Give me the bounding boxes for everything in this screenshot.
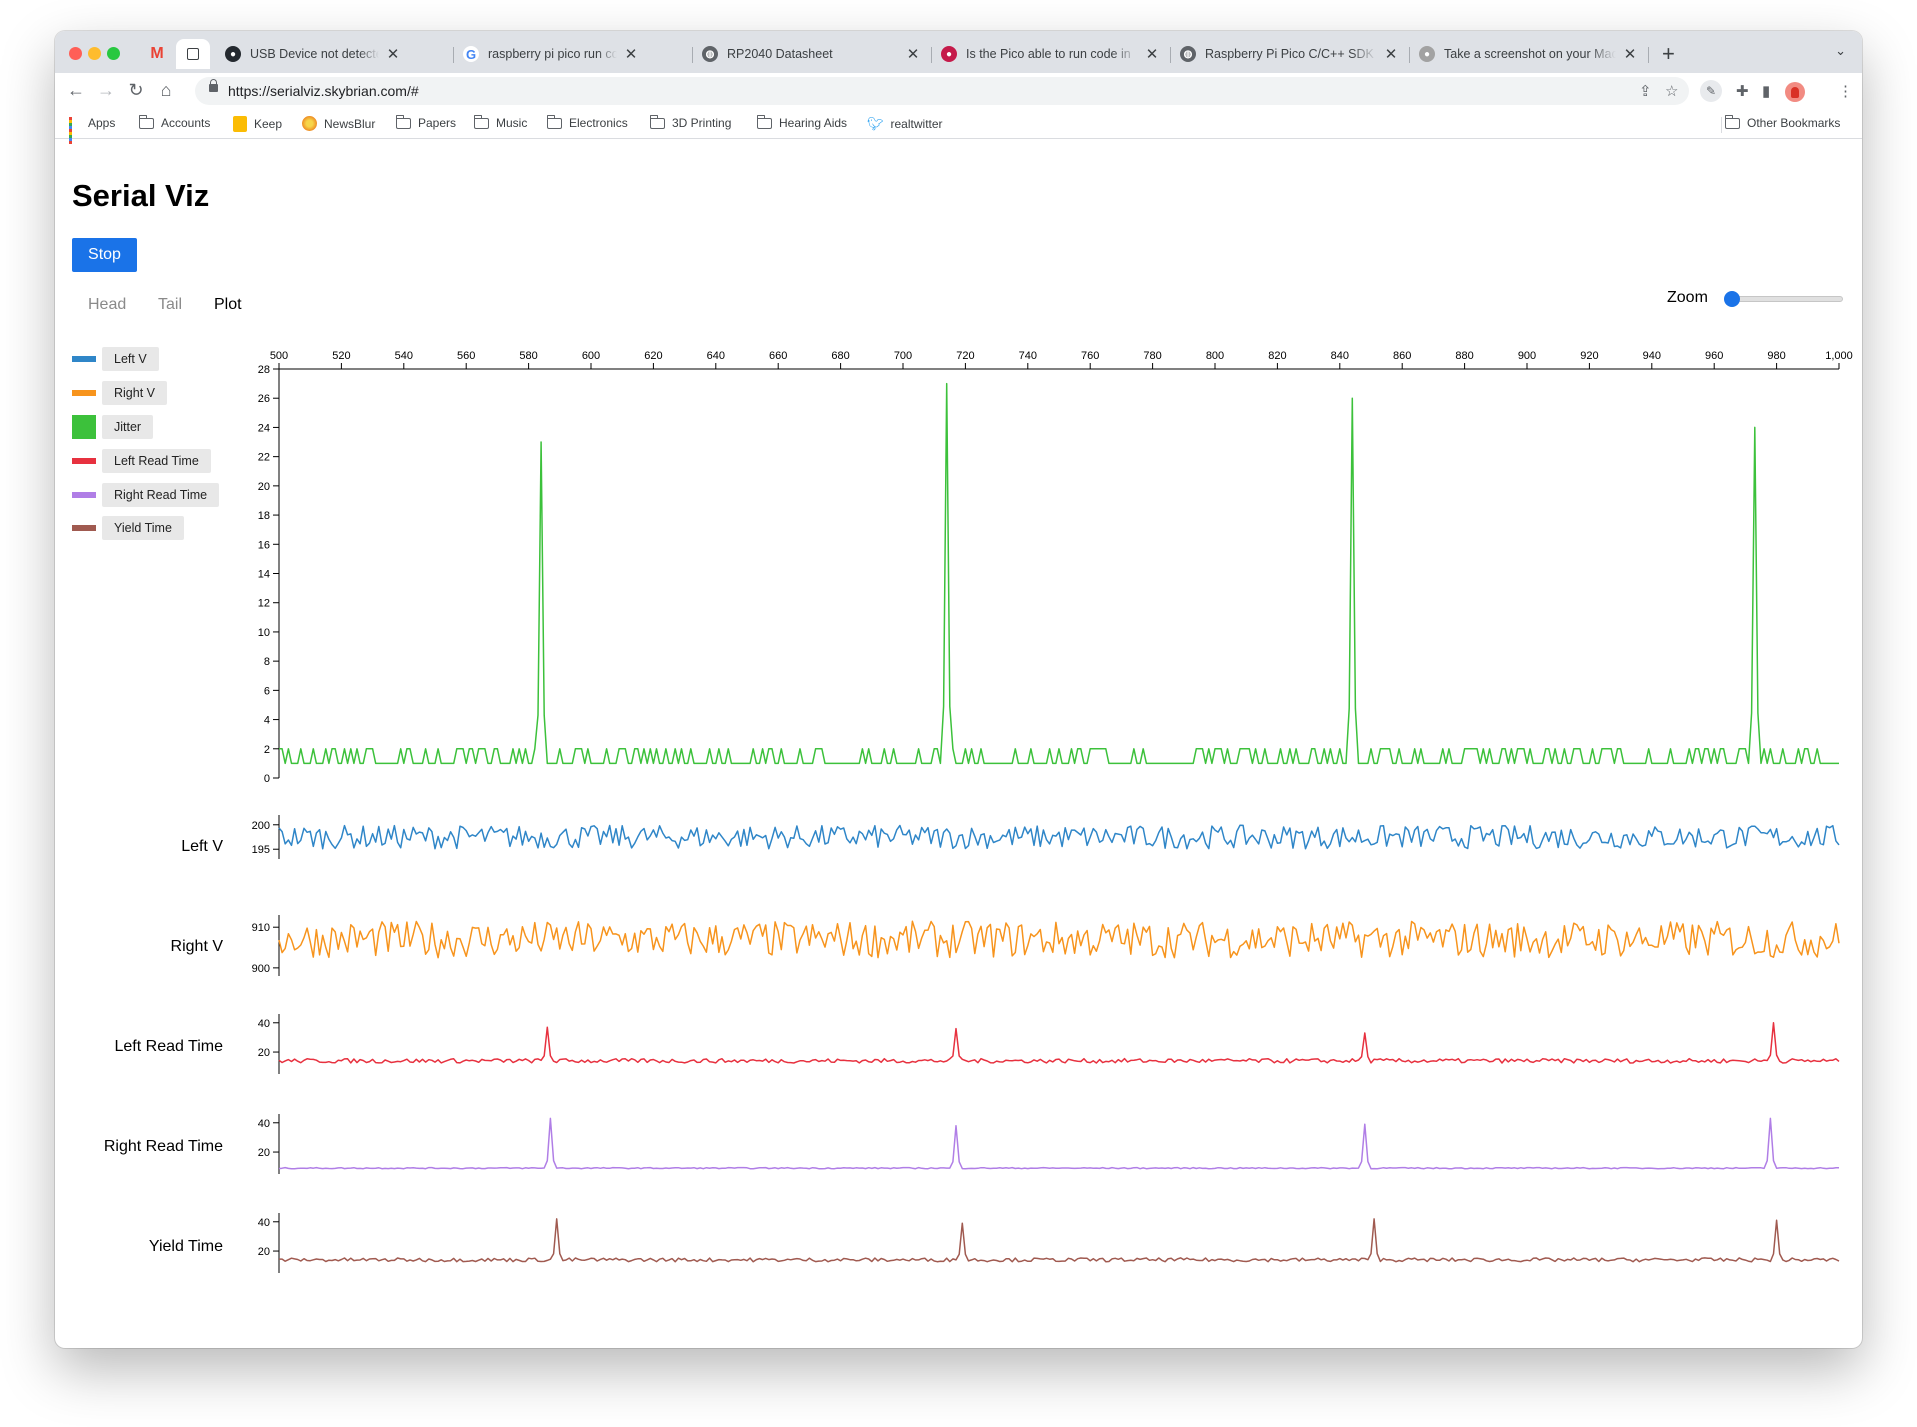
x-tick-label: 560 — [457, 350, 475, 362]
y-tick-label: 24 — [258, 422, 270, 434]
x-tick-label: 640 — [707, 350, 725, 362]
x-tick-label: 840 — [1331, 350, 1349, 362]
x-tick-label: 540 — [395, 350, 413, 362]
y-tick-label: 28 — [258, 364, 270, 376]
x-tick-label: 760 — [1081, 350, 1099, 362]
browser-window: M ● USB Device not detected by hos ✕ G r… — [55, 31, 1862, 1348]
y-tick-label: 40 — [258, 1118, 270, 1130]
y-tick-label: 22 — [258, 452, 270, 464]
y-tick-label: 40 — [258, 1217, 270, 1229]
panel-label: Left Read Time — [115, 1038, 224, 1055]
y-tick-label: 12 — [258, 598, 270, 610]
x-tick-label: 520 — [332, 350, 350, 362]
x-tick-label: 860 — [1393, 350, 1411, 362]
x-tick-label: 820 — [1268, 350, 1286, 362]
series-line — [279, 1218, 1840, 1263]
y-tick-label: 0 — [264, 773, 270, 785]
x-tick-label: 900 — [1518, 350, 1536, 362]
x-tick-label: 720 — [956, 350, 974, 362]
y-tick-label: 20 — [258, 481, 270, 493]
y-tick-label: 910 — [252, 922, 270, 934]
x-tick-label: 620 — [644, 350, 662, 362]
y-tick-label: 40 — [258, 1018, 270, 1030]
x-tick-label: 940 — [1643, 350, 1661, 362]
y-tick-label: 26 — [258, 393, 270, 405]
plot-area: 0246810121416182022242628195200Left V900… — [104, 350, 1853, 1273]
y-tick-label: 195 — [252, 844, 270, 856]
y-tick-label: 8 — [264, 656, 270, 668]
y-tick-label: 200 — [252, 820, 270, 832]
x-tick-label: 800 — [1206, 350, 1224, 362]
series-line — [279, 382, 1839, 765]
y-tick-label: 4 — [264, 715, 270, 727]
x-tick-label: 700 — [894, 350, 912, 362]
series-line — [278, 920, 1840, 959]
x-tick-label: 880 — [1455, 350, 1473, 362]
panel-label: Right V — [171, 938, 224, 955]
x-tick-label: 1,000 — [1825, 350, 1853, 362]
x-tick-label: 980 — [1767, 350, 1785, 362]
y-tick-label: 16 — [258, 539, 270, 551]
panel-label: Right Read Time — [104, 1138, 223, 1155]
panel-label: Yield Time — [149, 1238, 223, 1255]
y-tick-label: 20 — [258, 1047, 270, 1059]
y-tick-label: 900 — [252, 963, 270, 975]
x-tick-label: 920 — [1580, 350, 1598, 362]
x-tick-label: 780 — [1143, 350, 1161, 362]
y-tick-label: 18 — [258, 510, 270, 522]
x-tick-label: 500 — [270, 350, 288, 362]
x-tick-label: 960 — [1705, 350, 1723, 362]
y-tick-label: 2 — [264, 744, 270, 756]
x-tick-label: 660 — [769, 350, 787, 362]
y-tick-label: 6 — [264, 685, 270, 697]
series-line — [278, 1022, 1840, 1064]
x-tick-label: 580 — [519, 350, 537, 362]
series-line — [278, 824, 1840, 850]
x-tick-label: 600 — [582, 350, 600, 362]
x-tick-label: 680 — [831, 350, 849, 362]
y-tick-label: 20 — [258, 1246, 270, 1258]
y-tick-label: 10 — [258, 627, 270, 639]
series-line — [278, 1117, 1840, 1170]
y-tick-label: 20 — [258, 1147, 270, 1159]
x-tick-label: 740 — [1019, 350, 1037, 362]
panel-label: Left V — [181, 838, 223, 855]
y-tick-label: 14 — [258, 569, 270, 581]
